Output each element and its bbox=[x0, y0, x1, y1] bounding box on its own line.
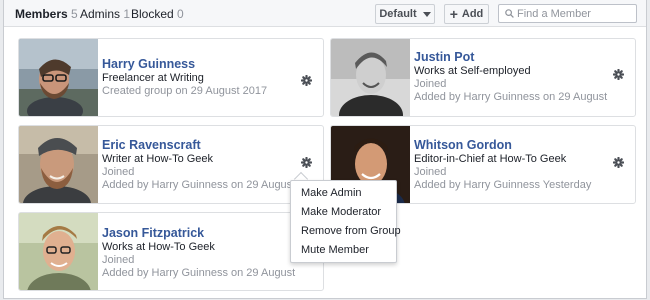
member-search[interactable] bbox=[498, 4, 637, 23]
member-info: Justin Pot Works at Self-employed Joined… bbox=[414, 50, 608, 104]
member-role: Editor-in-Chief at How-To Geek bbox=[414, 153, 567, 165]
member-info: Eric Ravenscraft Writer at How-To Geek J… bbox=[102, 138, 296, 192]
member-card: Harry Guinness Freelancer at Writing Cre… bbox=[18, 38, 324, 117]
members-toolbar: Members 5 Admins 1 Blocked 0 Default + A… bbox=[4, 0, 646, 27]
sort-dropdown-label: Default bbox=[379, 8, 417, 20]
member-added-by: Added by Harry Guinness on 29 August bbox=[414, 91, 608, 103]
menu-item-remove-from-group[interactable]: Remove from Group bbox=[301, 225, 401, 237]
avatar bbox=[19, 39, 98, 116]
gear-icon[interactable] bbox=[613, 157, 624, 168]
gear-icon[interactable] bbox=[613, 69, 624, 80]
member-role: Works at Self-employed bbox=[414, 65, 531, 77]
member-photo[interactable] bbox=[19, 39, 98, 116]
tab-members[interactable]: Members 5 bbox=[15, 7, 78, 21]
member-role: Freelancer at Writing bbox=[102, 72, 204, 84]
search-icon bbox=[505, 9, 514, 18]
member-name-link[interactable]: Justin Pot bbox=[414, 50, 604, 65]
sort-dropdown-button[interactable]: Default bbox=[375, 4, 435, 24]
group-members-panel: Members 5 Admins 1 Blocked 0 Default + A… bbox=[3, 0, 647, 299]
gear-icon[interactable] bbox=[301, 75, 312, 86]
member-added-by: Added by Harry Guinness on 29 August bbox=[102, 179, 296, 191]
menu-item-make-admin[interactable]: Make Admin bbox=[301, 187, 362, 199]
avatar bbox=[331, 39, 410, 116]
tab-admins-count: 1 bbox=[123, 7, 131, 21]
member-photo[interactable] bbox=[19, 126, 98, 203]
caret-down-icon bbox=[422, 12, 431, 17]
member-info: Whitson Gordon Editor-in-Chief at How-To… bbox=[414, 138, 604, 192]
add-member-label: Add bbox=[461, 8, 484, 20]
add-member-button[interactable]: + Add bbox=[444, 4, 489, 24]
avatar bbox=[19, 213, 98, 290]
member-meta: Joined bbox=[102, 166, 135, 178]
tab-admins-label: Admins bbox=[80, 7, 121, 21]
member-role: Writer at How-To Geek bbox=[102, 153, 214, 165]
member-role: Works at How-To Geek bbox=[102, 241, 215, 253]
menu-item-mute-member[interactable]: Mute Member bbox=[301, 244, 369, 256]
tab-admins[interactable]: Admins 1 bbox=[80, 7, 130, 21]
member-card: Justin Pot Works at Self-employed Joined… bbox=[330, 38, 636, 117]
member-card: Eric Ravenscraft Writer at How-To Geek J… bbox=[18, 125, 324, 204]
tab-members-label: Members bbox=[15, 7, 68, 21]
member-actions-menu: Make Admin Make Moderator Remove from Gr… bbox=[290, 180, 401, 263]
member-meta: Joined bbox=[414, 78, 447, 90]
avatar bbox=[19, 126, 98, 203]
tab-blocked-count: 0 bbox=[177, 7, 184, 21]
tab-blocked-label: Blocked bbox=[131, 7, 174, 21]
search-input[interactable] bbox=[517, 6, 633, 21]
tab-members-count: 5 bbox=[71, 7, 78, 21]
member-info: Jason Fitzpatrick Works at How-To Geek J… bbox=[102, 226, 296, 280]
member-meta: Joined bbox=[414, 166, 447, 178]
plus-icon: + bbox=[449, 6, 458, 22]
member-name-link[interactable]: Whitson Gordon bbox=[414, 138, 604, 153]
member-name-link[interactable]: Harry Guinness bbox=[102, 57, 292, 72]
member-card: Jason Fitzpatrick Works at How-To Geek J… bbox=[18, 212, 324, 291]
member-photo[interactable] bbox=[331, 39, 410, 116]
member-meta: Joined bbox=[102, 254, 135, 266]
member-meta: Created group on 29 August 2017 bbox=[102, 85, 268, 97]
member-photo[interactable] bbox=[19, 213, 98, 290]
menu-item-make-moderator[interactable]: Make Moderator bbox=[301, 206, 381, 218]
member-name-link[interactable]: Eric Ravenscraft bbox=[102, 138, 292, 153]
member-info: Harry Guinness Freelancer at Writing Cre… bbox=[102, 57, 292, 98]
tab-blocked[interactable]: Blocked 0 bbox=[131, 7, 184, 21]
gear-icon[interactable] bbox=[301, 157, 312, 168]
member-added-by: Added by Harry Guinness Yesterday bbox=[414, 179, 592, 191]
member-name-link[interactable]: Jason Fitzpatrick bbox=[102, 226, 292, 241]
member-added-by: Added by Harry Guinness on 29 August bbox=[102, 267, 296, 279]
